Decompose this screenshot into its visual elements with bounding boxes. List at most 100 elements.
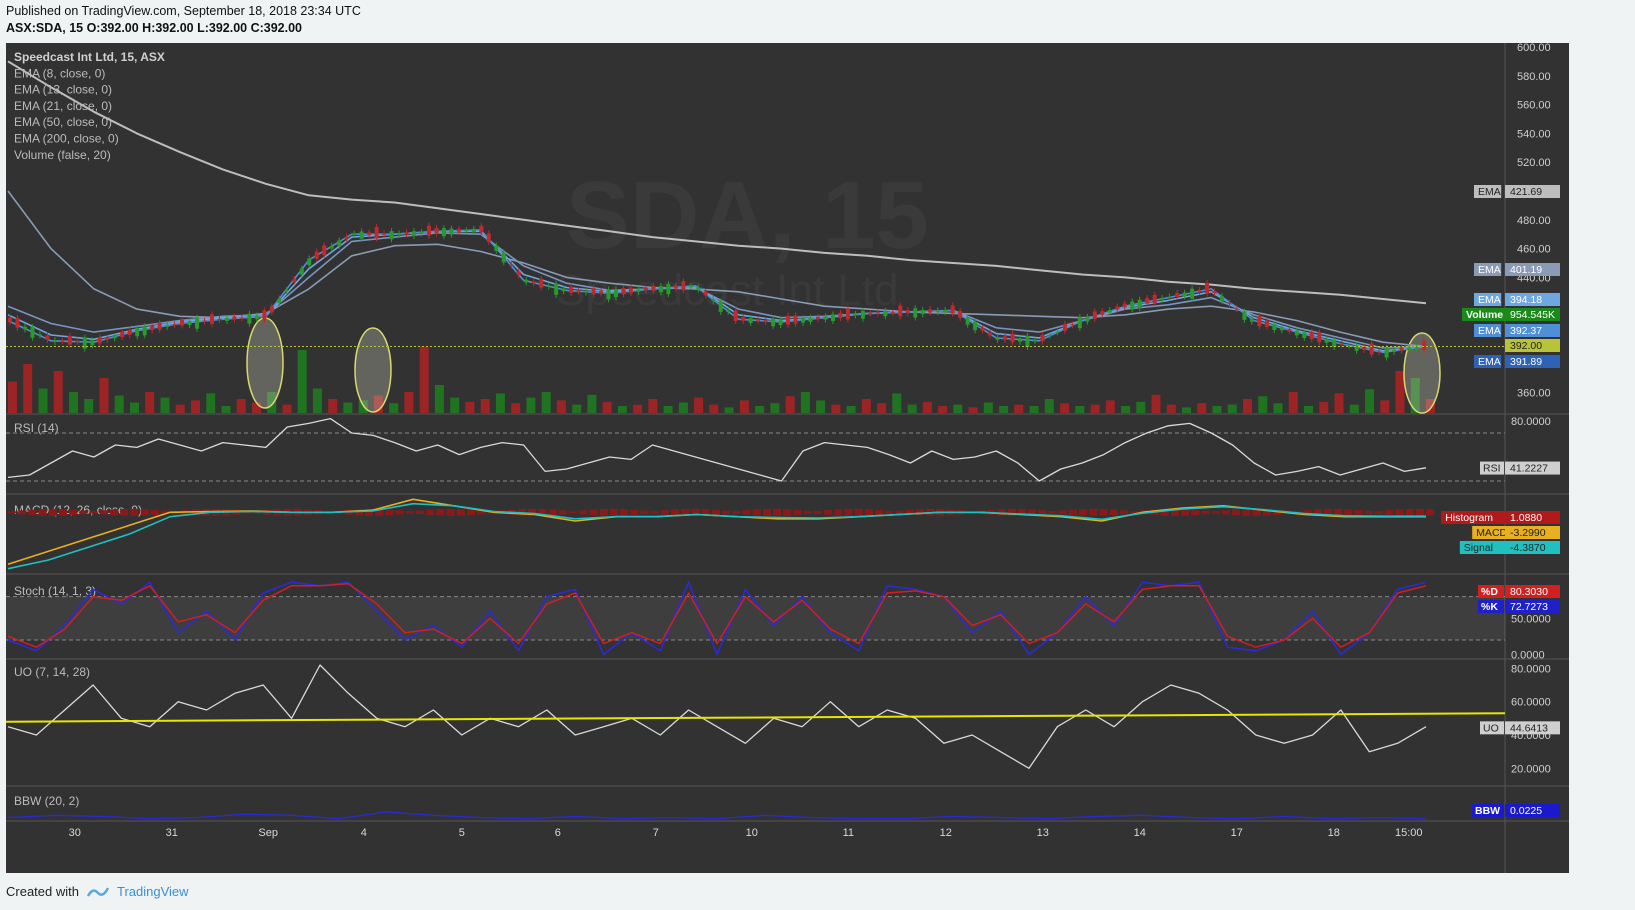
volume-bar: [495, 393, 505, 413]
volume-bar: [770, 403, 780, 413]
macd-histogram-bar: [1364, 510, 1373, 514]
candle-body: [696, 287, 701, 290]
candle-body: [1339, 343, 1344, 345]
candle-body: [67, 335, 72, 345]
chart-canvas[interactable]: SDA, 15Speedcast Int Ltd600.00580.00560.…: [6, 43, 1569, 873]
volume-bar: [160, 397, 170, 413]
volume-bar: [892, 393, 902, 413]
candle-body: [60, 340, 65, 342]
candle-body: [1264, 320, 1269, 327]
macd-histogram-bar: [732, 511, 741, 514]
candle-body: [210, 314, 214, 324]
candle-body: [1055, 331, 1060, 333]
macd-badge-value: -3.2990: [1510, 527, 1546, 539]
macd-histogram-bar: [1109, 509, 1118, 516]
candle-body: [187, 321, 192, 326]
candle-body: [561, 288, 566, 292]
macd-histogram-bar: [1426, 509, 1434, 516]
candle-body: [935, 310, 940, 313]
volume-bar: [450, 397, 460, 413]
chart-frame[interactable]: SDA, 15 Speedcast Int Ltd 600.00 580.00 560.…: [6, 43, 1569, 873]
time-tick-label: Sep: [258, 827, 278, 839]
candle-body: [531, 281, 536, 284]
volume-bar: [343, 402, 353, 413]
tradingview-logo-icon[interactable]: [86, 885, 109, 899]
macd-histogram-bar: [89, 511, 98, 514]
macd-histogram-bar: [844, 508, 853, 516]
candle-body: [426, 225, 431, 236]
macd-histogram-bar: [1395, 509, 1404, 516]
bbw-badge-value: 0.0225: [1510, 805, 1542, 817]
macd-histogram-bar: [48, 508, 57, 516]
macd-histogram-bar: [875, 510, 884, 515]
macd-histogram-bar: [1242, 508, 1251, 516]
macd-histogram-bar: [1181, 509, 1190, 516]
macd-histogram-bar: [1354, 509, 1363, 515]
candle-body: [37, 334, 42, 336]
candle-body: [1212, 291, 1217, 294]
macd-histogram-bar: [385, 509, 394, 516]
volume-bar: [877, 403, 887, 413]
volume-bar: [816, 400, 826, 413]
volume-bar: [907, 404, 917, 413]
candle-body: [1003, 336, 1008, 340]
candle-body: [995, 336, 1000, 340]
stoch-badge-value: 80.3030: [1510, 586, 1548, 598]
macd-histogram-bar: [1079, 509, 1088, 516]
candle-body: [22, 326, 27, 330]
volume-bar: [282, 404, 292, 413]
volume-bar: [114, 395, 124, 413]
macd-histogram-bar: [1415, 508, 1424, 516]
macd-line: [7, 498, 1426, 566]
rsi-badge-value: 41.2227: [1510, 463, 1548, 475]
volume-bar: [1151, 394, 1161, 413]
macd-histogram-bar: [864, 509, 873, 516]
macd-histogram-bar: [1068, 509, 1077, 516]
price-axis-badge: 392.00: [1505, 339, 1560, 352]
macd-histogram-bar: [671, 509, 680, 516]
candle-body: [1160, 297, 1165, 300]
tradingview-link[interactable]: TradingView: [117, 884, 189, 899]
candle-body: [441, 228, 446, 237]
macd-histogram-bar: [630, 509, 639, 516]
uo-line: [7, 664, 1427, 769]
stoch-badge-label: %D: [1481, 586, 1498, 598]
volume-bar: [328, 399, 338, 413]
candle-body: [778, 320, 783, 326]
volume-bar: [1060, 403, 1070, 413]
badge-value-text: 394.18: [1510, 294, 1542, 306]
price-tick-label: 480.00: [1517, 215, 1551, 227]
candle-body: [703, 291, 708, 296]
candle-body: [382, 233, 387, 235]
candle-body: [239, 317, 244, 319]
volume-bar: [8, 381, 17, 413]
uo-badge-value: 44.6413: [1510, 722, 1548, 734]
badge-label-text: EMA: [1478, 294, 1501, 306]
volume-bar: [511, 403, 521, 413]
candle-body: [157, 322, 162, 330]
candle-body: [920, 309, 925, 315]
volume-bar: [526, 397, 536, 413]
candle-body: [1092, 311, 1097, 319]
candle-body: [1399, 347, 1404, 351]
volume-bar: [678, 402, 688, 413]
badge-label-text: EMA: [1478, 325, 1501, 337]
volume-bar: [404, 392, 414, 413]
candle-body: [344, 236, 349, 239]
volume-bar: [1349, 404, 1359, 413]
volume-bar: [53, 371, 63, 413]
uo-tick-label: 60.0000: [1511, 697, 1551, 709]
volume-bar: [1166, 404, 1176, 413]
ohlc-line: ASX:SDA, 15 O:392.00 H:392.00 L:392.00 C…: [6, 21, 302, 35]
macd-badge-value: 1.0880: [1510, 512, 1542, 524]
volume-bar: [983, 402, 993, 413]
candle-body: [1025, 335, 1030, 348]
volume-bar: [1105, 400, 1115, 413]
candle-body: [1122, 303, 1127, 308]
candle-body: [1107, 310, 1112, 313]
candle-body: [606, 289, 611, 300]
macd-histogram-bar: [813, 510, 822, 514]
candle-body: [1137, 299, 1142, 309]
candle-body: [75, 340, 80, 343]
macd-histogram-bar: [660, 510, 669, 515]
